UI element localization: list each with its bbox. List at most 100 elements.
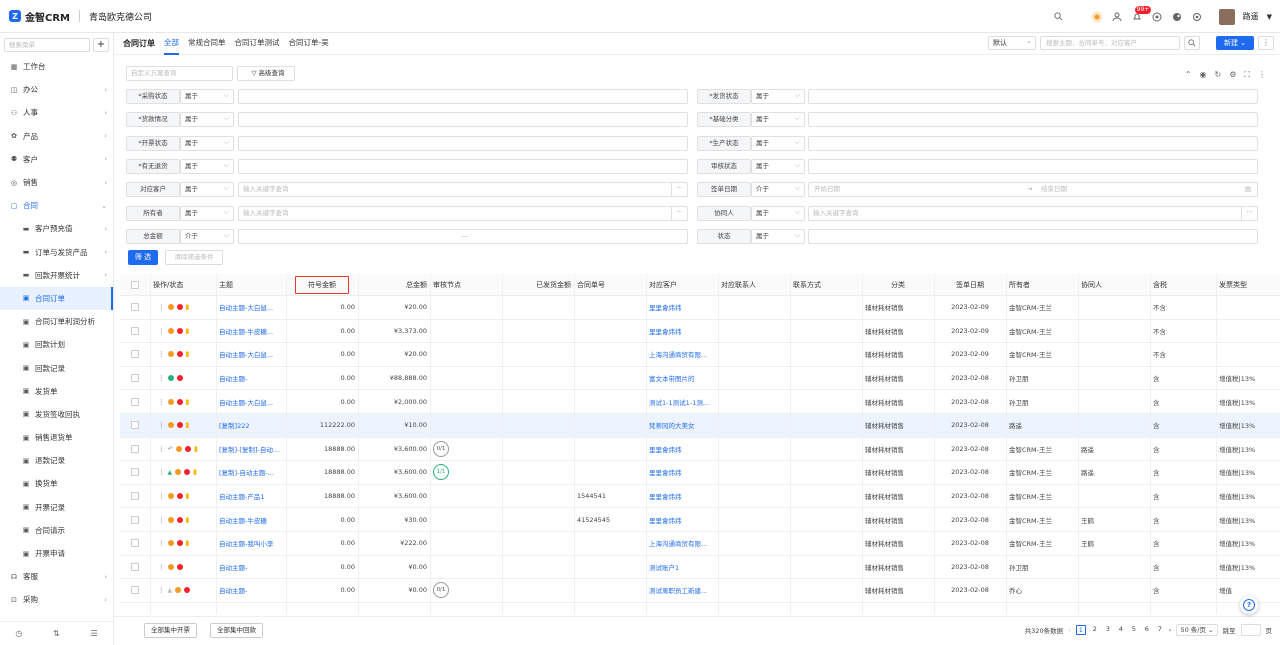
sidebar-item[interactable]: ▣ 发货签收回执	[0, 403, 113, 426]
sidebar-item[interactable]: ⚉ 客户 ›	[0, 148, 113, 171]
alert-status-icon[interactable]	[184, 469, 191, 476]
filter-range[interactable]: —	[238, 228, 688, 244]
sidebar-item[interactable]: ▣ 换货单	[0, 472, 113, 495]
subject-link[interactable]: 自动主题-	[216, 556, 286, 579]
row-checkbox[interactable]	[131, 350, 139, 359]
tab-wu[interactable]: 合同订单-吴	[289, 33, 329, 55]
customer-link[interactable]: 里里會炜炜	[646, 320, 718, 343]
gear-icon[interactable]: ⚙	[1229, 70, 1236, 80]
sidebar-item[interactable]: ▬ 客户预充值 ›	[0, 217, 113, 240]
page-number[interactable]: 6	[1143, 625, 1151, 635]
scheme-select[interactable]: 自定义方案查询	[126, 66, 233, 81]
contacts-icon[interactable]	[1111, 11, 1123, 23]
pending-status-icon[interactable]	[175, 587, 182, 594]
pending-status-icon[interactable]	[167, 563, 174, 570]
filter-button[interactable]: 筛 选	[128, 250, 158, 265]
audit-progress[interactable]: 0/1	[433, 440, 449, 457]
column-header[interactable]: 发票类型	[1216, 274, 1280, 296]
customer-link[interactable]: 富文本带图片的	[646, 367, 718, 390]
jump-input[interactable]	[1240, 624, 1261, 636]
filter-value[interactable]	[808, 112, 1258, 128]
sidebar-item[interactable]: ◎ 销售 ›	[0, 171, 113, 194]
subject-link[interactable]: [复制]-[复制]-自动...	[216, 438, 286, 461]
next-page-icon[interactable]: ›	[1169, 626, 1172, 634]
sidebar-item[interactable]: ▣ 合同订单利润分析	[0, 310, 113, 333]
drag-handle-icon[interactable]: ⋮	[158, 327, 165, 335]
table-row[interactable]: ⋮ 自动主题- 0.00 ¥88,888.00 富文本带图片的 辅材耗材销售 2023-02…	[120, 367, 1280, 391]
pending-status-icon[interactable]	[167, 327, 174, 334]
page-size-select[interactable]: 50 条/页 ⌄	[1176, 624, 1218, 636]
customer-link[interactable]: 梵蒂冈的大美女	[646, 414, 718, 437]
filter-value[interactable]	[808, 89, 1258, 104]
subject-link[interactable]: 自动主题-	[216, 579, 286, 602]
alert-status-icon[interactable]	[176, 540, 183, 547]
table-row[interactable]: ⋮ ▮ 自动主题-大白鼠... 0.00 ¥20.00 上海沟通商贸有限... 辅材耗材销售…	[120, 343, 1280, 367]
column-header[interactable]: 签单日期	[934, 274, 1006, 296]
drag-handle-icon[interactable]: ⋮	[158, 350, 165, 358]
sidebar-item[interactable]: ▦ 工作台	[0, 55, 113, 78]
sidebar-item[interactable]: ▣ 回款记录	[0, 356, 113, 379]
row-checkbox[interactable]	[131, 515, 139, 524]
pending-status-icon[interactable]	[167, 422, 174, 429]
tab-regular[interactable]: 常规合同单	[188, 33, 226, 55]
filter-operator[interactable]: 属于	[180, 89, 234, 104]
subject-link[interactable]: 自动主题-我叫小李	[216, 532, 286, 555]
row-checkbox[interactable]	[131, 374, 139, 383]
document-status-icon[interactable]: ▮	[186, 350, 190, 358]
page-number[interactable]: 4	[1117, 625, 1125, 635]
document-status-icon[interactable]: ▮	[186, 492, 190, 500]
refresh-icon[interactable]: ↻	[1215, 70, 1222, 80]
filter-operator[interactable]: 属于	[751, 89, 805, 104]
filter-operator[interactable]: 属于	[180, 112, 234, 128]
menu-search-input[interactable]: 搜索菜单	[4, 38, 90, 52]
customer-link[interactable]: 测试1-1测试1-1测...	[646, 390, 718, 413]
target-icon[interactable]	[1151, 11, 1163, 23]
column-header[interactable]: 对应客户	[646, 274, 718, 296]
customer-link[interactable]: 里里會炜炜	[646, 508, 718, 531]
column-header[interactable]: 审核节点	[430, 274, 502, 296]
drag-handle-icon[interactable]: ⋮	[158, 563, 165, 571]
filter-operator[interactable]: 属于	[180, 135, 234, 151]
filter-value[interactable]: 输入关键字查询 ···	[238, 205, 688, 221]
subject-link[interactable]: 自动主题-大白鼠...	[216, 296, 286, 319]
sidebar-item[interactable]: ✿ 产品 ›	[0, 125, 113, 148]
column-header[interactable]: 分类	[862, 274, 934, 296]
table-row[interactable]: ⋮ ▮ [复制]222 112222.00 ¥10.00 梵蒂冈的大美女 辅材耗材销售 202…	[120, 414, 1280, 438]
logo[interactable]: Z 金智CRM	[9, 9, 70, 24]
subject-link[interactable]: 自动主题-大白鼠...	[216, 390, 286, 413]
subject-link[interactable]: 自动主题-大白鼠...	[216, 343, 286, 366]
approved-status-icon[interactable]	[167, 375, 174, 382]
drag-handle-icon[interactable]: ⋮	[158, 586, 165, 594]
filter-value[interactable]	[238, 158, 688, 174]
more-icon[interactable]: ···	[671, 205, 687, 221]
advanced-search-button[interactable]: ▽ 高级查询	[237, 66, 295, 81]
drag-handle-icon[interactable]: ⋮	[158, 516, 165, 524]
column-header[interactable]: 合同单号	[574, 274, 646, 296]
filter-operator[interactable]: 属于	[180, 182, 234, 198]
sidebar-item[interactable]: ▬ 回款开票统计 ›	[0, 264, 113, 287]
drag-handle-icon[interactable]: ⋮	[158, 539, 165, 547]
search-input[interactable]: 搜索主题、合同单号、对应客户	[1040, 36, 1180, 50]
audit-progress[interactable]: 0/1	[433, 582, 449, 599]
subject-link[interactable]: 自动主题-牛皮糖	[216, 508, 286, 531]
row-checkbox[interactable]	[131, 397, 139, 406]
alert-status-icon[interactable]	[176, 516, 183, 523]
sidebar-item[interactable]: ⚇ 人事 ›	[0, 101, 113, 124]
table-row[interactable]: ⋮ ▮ 自动主题-产品1 18888.00 ¥3,600.00 1544541 里里會炜炜辅…	[120, 485, 1280, 509]
customer-link[interactable]: 上海沟通商贸有限...	[646, 343, 718, 366]
customer-link[interactable]: 里里會炜炜	[646, 296, 718, 319]
customer-link[interactable]: 里里會炜炜	[646, 438, 718, 461]
sidebar-item[interactable]: ▣ 合同请示	[0, 519, 113, 542]
eye-icon[interactable]: ◉	[1200, 70, 1207, 80]
filter-value[interactable]	[238, 112, 688, 128]
alert-status-icon[interactable]	[176, 327, 183, 334]
subject-link[interactable]: [复制]-自动主题-...	[216, 461, 286, 484]
column-header[interactable]: 联系方式	[790, 274, 862, 296]
batch-payment-button[interactable]: 全部集中回款	[210, 623, 263, 638]
customer-link[interactable]: 测试离职员工新建...	[646, 579, 718, 602]
username[interactable]: 路遥	[1243, 11, 1259, 22]
pending-status-icon[interactable]	[167, 540, 174, 547]
document-status-icon[interactable]: ▮	[186, 327, 190, 335]
row-checkbox[interactable]	[131, 444, 139, 453]
sidebar-item[interactable]: ▣ 退款记录	[0, 449, 113, 472]
